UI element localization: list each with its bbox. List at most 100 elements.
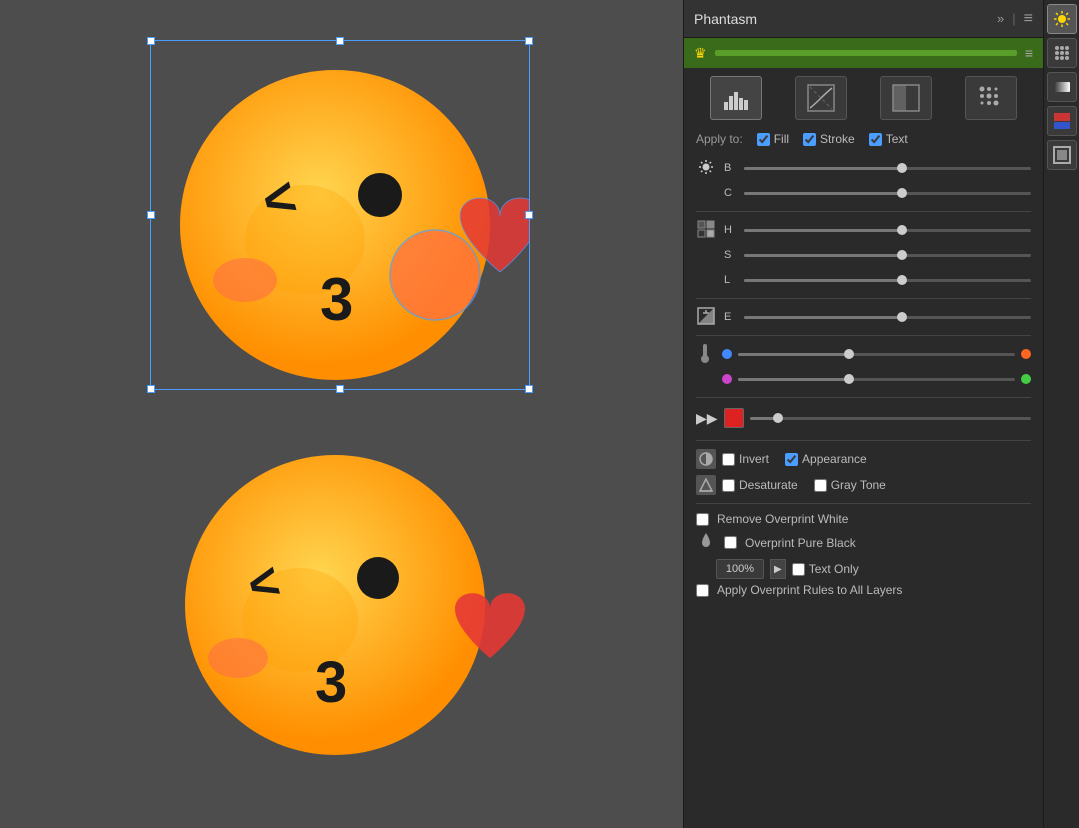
e-track[interactable] xyxy=(744,316,1031,319)
temp-track-2[interactable] xyxy=(738,378,1015,381)
invert-row: Invert Appearance xyxy=(696,449,1031,469)
text-checkbox[interactable] xyxy=(869,133,882,146)
panel-header-icons: » | ≡ xyxy=(997,10,1033,28)
emoji-bottom-svg: < 3 xyxy=(150,430,530,770)
contrast-track[interactable] xyxy=(744,192,1031,195)
brightness-icon xyxy=(696,159,716,178)
invert-checkbox-label[interactable]: Invert xyxy=(722,452,769,466)
divider-4 xyxy=(696,397,1031,398)
overprint-black-row: Overprint Pure Black xyxy=(696,532,1031,553)
temp-blue-dot xyxy=(722,349,732,359)
e-label: E xyxy=(724,311,736,323)
gray-tone-label: Gray Tone xyxy=(831,478,886,492)
svg-text:3: 3 xyxy=(315,650,347,715)
s-slider-row: S xyxy=(696,245,1031,265)
invert-icon xyxy=(696,449,716,469)
temp-row-1 xyxy=(696,344,1031,364)
pro-bar: ♛ ≡ xyxy=(684,38,1043,68)
percent-input[interactable] xyxy=(716,559,764,579)
appearance-checkbox-label[interactable]: Appearance xyxy=(785,452,867,466)
divider-5 xyxy=(696,440,1031,441)
mini-box-btn[interactable] xyxy=(1047,140,1077,170)
contrast-slider-row: C xyxy=(696,183,1031,203)
c-label: C xyxy=(724,187,736,199)
temp-green-dot xyxy=(1021,374,1031,384)
temp-track-1[interactable] xyxy=(738,353,1015,356)
mini-dots-btn[interactable] xyxy=(1047,38,1077,68)
percent-row: ▶ Text Only xyxy=(716,559,1031,579)
s-label: S xyxy=(724,249,736,261)
s-track[interactable] xyxy=(744,254,1031,257)
exposure-section: E xyxy=(696,307,1031,327)
exposure-icon xyxy=(696,307,716,328)
divider-line: | xyxy=(1012,11,1015,26)
apply-overprint-label: Apply Overprint Rules to All Layers xyxy=(717,583,902,597)
stroke-checkbox-label[interactable]: Stroke xyxy=(803,132,855,146)
apply-to-label: Apply to: xyxy=(696,132,743,146)
mini-sun-btn[interactable] xyxy=(1047,4,1077,34)
expand-icon[interactable]: » xyxy=(997,11,1004,26)
mini-color-btn[interactable] xyxy=(1047,106,1077,136)
desat-icon xyxy=(696,475,716,495)
remove-overprint-checkbox[interactable] xyxy=(696,513,709,526)
apply-overprint-row: Apply Overprint Rules to All Layers xyxy=(696,583,1031,597)
apply-to-row: Apply to: Fill Stroke Text xyxy=(696,132,1031,146)
pro-menu-icon[interactable]: ≡ xyxy=(1025,45,1033,61)
temp-orange-dot xyxy=(1021,349,1031,359)
b-label: B xyxy=(724,162,736,174)
drop-icon xyxy=(696,532,716,553)
color-stop-track[interactable] xyxy=(750,417,1031,420)
desat-left: Desaturate xyxy=(696,475,798,495)
emoji-top-selected[interactable]: < 3 xyxy=(150,40,530,390)
color-stop-row: ▶▶ xyxy=(696,406,1031,430)
h-track[interactable] xyxy=(744,229,1031,232)
temp-purple-dot xyxy=(722,374,732,384)
l-slider-row: L xyxy=(696,270,1031,290)
crown-icon: ♛ xyxy=(694,45,707,62)
panel-header: Phantasm » | ≡ xyxy=(684,0,1043,38)
divider-2 xyxy=(696,298,1031,299)
right-panel: Phantasm » | ≡ ♛ ≡ xyxy=(683,0,1043,828)
text-only-checkbox[interactable] xyxy=(792,563,805,576)
stepper-btn[interactable]: ▶ xyxy=(770,559,786,579)
appearance-checkbox[interactable] xyxy=(785,453,798,466)
invert-checkbox[interactable] xyxy=(722,453,735,466)
color-swatch[interactable] xyxy=(724,408,744,428)
text-only-text: Text Only xyxy=(809,562,859,576)
text-only-label[interactable]: Text Only xyxy=(792,562,859,576)
text-checkbox-label[interactable]: Text xyxy=(869,132,908,146)
side-mini-panel xyxy=(1043,0,1079,828)
halftone-tool-btn[interactable] xyxy=(965,76,1017,120)
l-track[interactable] xyxy=(744,279,1031,282)
histogram-tool-btn[interactable] xyxy=(710,76,762,120)
divider-6 xyxy=(696,503,1031,504)
menu-icon[interactable]: ≡ xyxy=(1024,10,1033,28)
levels-tool-btn[interactable] xyxy=(880,76,932,120)
overprint-black-checkbox[interactable] xyxy=(724,536,737,549)
canvas-area: < 3 xyxy=(0,0,683,828)
temp-row-2 xyxy=(696,369,1031,389)
mini-gradient-btn[interactable] xyxy=(1047,72,1077,102)
h-label: H xyxy=(724,224,736,236)
fill-checkbox-label[interactable]: Fill xyxy=(757,132,789,146)
curves-tool-btn[interactable] xyxy=(795,76,847,120)
stroke-checkbox[interactable] xyxy=(803,133,816,146)
apply-overprint-checkbox[interactable] xyxy=(696,584,709,597)
invert-left: Invert xyxy=(696,449,769,469)
stroke-label: Stroke xyxy=(820,132,855,146)
panel-title: Phantasm xyxy=(694,11,757,27)
hsl-icon xyxy=(696,220,716,241)
gray-tone-checkbox[interactable] xyxy=(814,479,827,492)
emoji-bottom: < 3 xyxy=(150,430,530,770)
desaturate-row: Desaturate Gray Tone xyxy=(696,475,1031,495)
fill-checkbox[interactable] xyxy=(757,133,770,146)
invert-label: Invert xyxy=(739,452,769,466)
desaturate-checkbox-label[interactable]: Desaturate xyxy=(722,478,798,492)
desaturate-checkbox[interactable] xyxy=(722,479,735,492)
l-label: L xyxy=(724,274,736,286)
panel-content: Apply to: Fill Stroke Text B xyxy=(684,68,1043,828)
divider-3 xyxy=(696,335,1031,336)
gray-tone-checkbox-label[interactable]: Gray Tone xyxy=(814,478,886,492)
brightness-track[interactable] xyxy=(744,167,1031,170)
overprint-section: Remove Overprint White Overprint Pure Bl… xyxy=(696,512,1031,597)
